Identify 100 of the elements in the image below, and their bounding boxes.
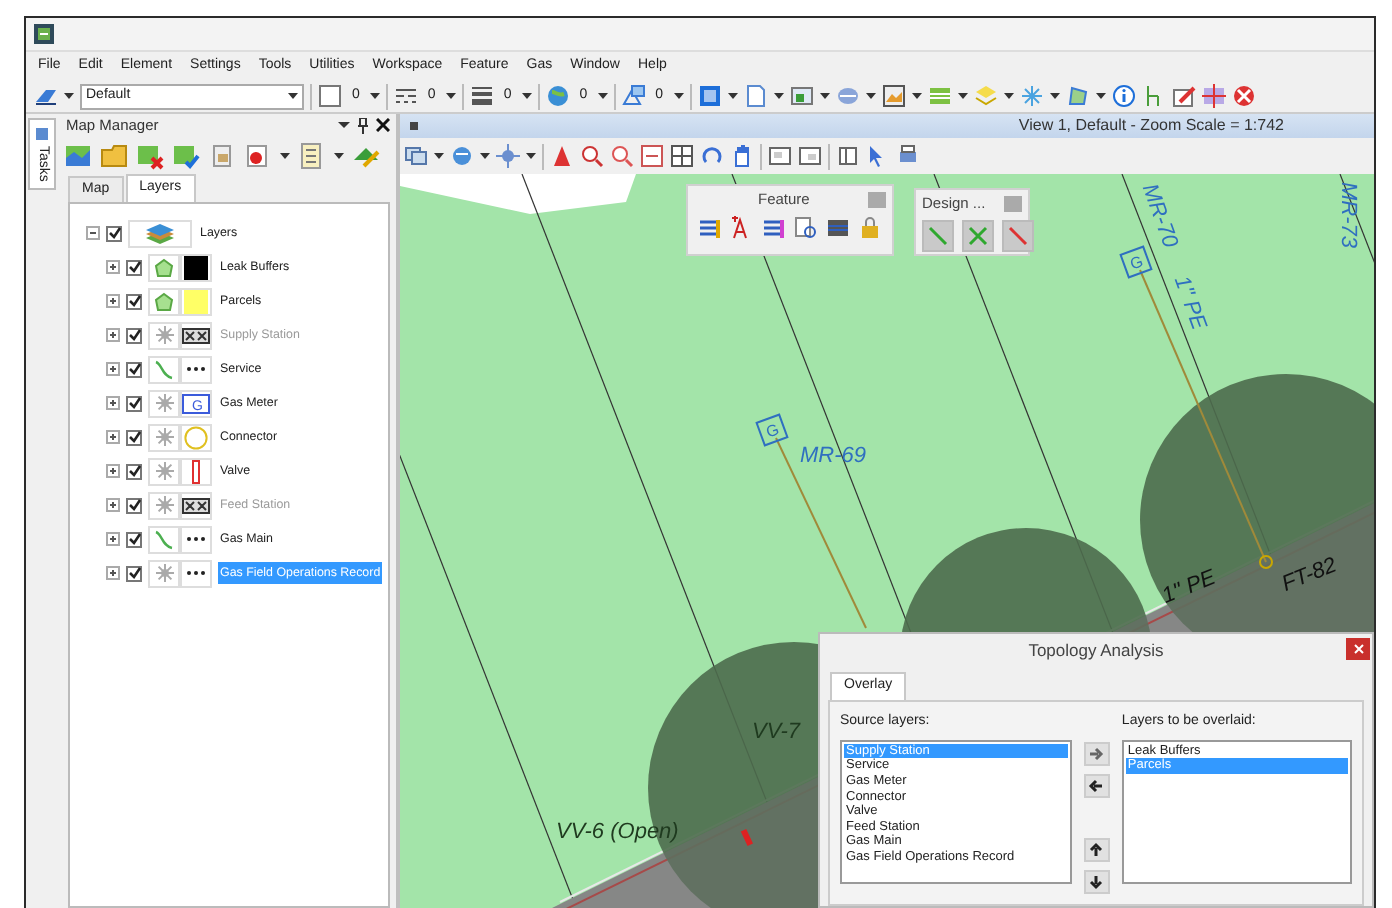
caret-icon[interactable] — [480, 152, 490, 160]
caret-icon[interactable] — [597, 92, 608, 100]
gear-icon — [155, 428, 173, 446]
window-icon[interactable] — [697, 84, 722, 108]
caret-icon[interactable] — [819, 92, 830, 100]
windows-icon[interactable] — [404, 144, 428, 168]
clip-icon[interactable] — [836, 144, 860, 168]
caret-icon[interactable] — [64, 92, 74, 100]
arrow-right-icon[interactable] — [1088, 746, 1105, 763]
map-icon[interactable] — [64, 141, 92, 169]
pencil-icon[interactable] — [1171, 84, 1196, 108]
caret-icon[interactable] — [773, 92, 784, 100]
color-swatch-icon[interactable] — [318, 84, 342, 108]
arrow-left-icon[interactable] — [1088, 778, 1105, 795]
pin-icon[interactable] — [358, 117, 368, 133]
checkbox[interactable] — [126, 565, 142, 581]
caret-icon[interactable] — [1049, 92, 1060, 100]
expand-icon[interactable] — [106, 464, 120, 478]
move-down-button[interactable] — [1083, 870, 1110, 895]
expand-icon[interactable] — [106, 396, 120, 410]
map-label: FT-82 — [1278, 553, 1341, 597]
app-icon — [34, 24, 54, 44]
line-icon — [154, 359, 174, 379]
expand-icon[interactable] — [106, 532, 120, 546]
add-button[interactable] — [1083, 742, 1110, 767]
search-icon[interactable] — [794, 216, 818, 240]
caret-icon[interactable] — [727, 92, 738, 100]
expand-icon[interactable] — [106, 362, 120, 376]
arrow-up-icon[interactable] — [1088, 842, 1105, 859]
rotate-icon[interactable] — [700, 144, 724, 168]
grid-icon[interactable] — [1201, 84, 1226, 108]
dropdown-icon[interactable] — [338, 120, 350, 130]
pen-tip-icon[interactable] — [550, 144, 574, 168]
caret-icon[interactable] — [1003, 92, 1014, 100]
caret-icon[interactable] — [334, 151, 344, 159]
fit-view-icon[interactable] — [640, 144, 664, 168]
expand-icon[interactable] — [106, 430, 120, 444]
image-icon[interactable] — [789, 84, 814, 108]
pen-icon[interactable] — [34, 86, 58, 106]
line-weight-icon[interactable] — [469, 84, 494, 108]
folder-icon[interactable] — [100, 141, 128, 169]
caret-icon[interactable] — [526, 152, 536, 160]
checkbox[interactable] — [126, 463, 142, 479]
globe-icon[interactable] — [545, 84, 570, 108]
cancel-icon[interactable] — [1231, 84, 1256, 108]
expand-icon[interactable] — [106, 294, 120, 308]
frame-icon[interactable] — [768, 144, 792, 168]
dialog-title: Topology Analysis — [1028, 639, 1164, 661]
list-edit-icon[interactable] — [698, 216, 722, 240]
shapes-icon[interactable] — [621, 84, 646, 108]
line-style-icon[interactable] — [393, 84, 418, 108]
picture-icon[interactable] — [881, 84, 906, 108]
close-button[interactable] — [1346, 638, 1370, 660]
gear-icon — [155, 326, 173, 344]
zoom-in-icon[interactable] — [580, 144, 604, 168]
zoom-out-icon[interactable] — [610, 144, 634, 168]
list-icon[interactable] — [298, 141, 326, 169]
close-icon[interactable] — [376, 118, 390, 132]
move-up-button[interactable] — [1083, 838, 1110, 863]
map-label: MR-73 — [1335, 182, 1360, 249]
checkbox[interactable] — [106, 225, 122, 241]
caret-icon[interactable] — [865, 92, 876, 100]
checkbox[interactable] — [126, 293, 142, 309]
caret-icon[interactable] — [280, 151, 290, 159]
record-icon[interactable] — [244, 141, 272, 169]
gear-icon — [155, 394, 173, 412]
map-check-icon[interactable] — [172, 141, 200, 169]
map-delete-icon[interactable] — [136, 141, 164, 169]
checkbox[interactable] — [126, 531, 142, 547]
meter-letter: G — [1127, 252, 1146, 274]
grid-view-icon[interactable] — [670, 144, 694, 168]
polygon-icon[interactable] — [1065, 84, 1090, 108]
collapse-icon[interactable] — [86, 226, 100, 240]
gear-icon — [155, 564, 173, 582]
caret-icon[interactable] — [369, 92, 380, 100]
frame-icon[interactable] — [798, 144, 822, 168]
list-edit-icon[interactable] — [762, 216, 786, 240]
table-icon[interactable] — [826, 216, 850, 240]
expand-icon[interactable] — [106, 566, 120, 580]
caret-icon[interactable] — [957, 92, 968, 100]
checkbox[interactable] — [126, 429, 142, 445]
info-icon[interactable] — [1111, 84, 1136, 108]
checkbox[interactable] — [126, 361, 142, 377]
printer-icon[interactable] — [896, 144, 920, 168]
checkbox[interactable] — [126, 259, 142, 275]
lock-icon[interactable] — [858, 216, 882, 240]
caret-icon[interactable] — [1095, 92, 1106, 100]
arrow-down-icon[interactable] — [1088, 874, 1105, 891]
caret-icon[interactable] — [288, 92, 298, 100]
caret-icon[interactable] — [521, 92, 532, 100]
checkbox[interactable] — [126, 395, 142, 411]
remove-button[interactable] — [1083, 774, 1110, 799]
caret-icon[interactable] — [911, 92, 922, 100]
caret-icon[interactable] — [673, 92, 684, 100]
caret-icon[interactable] — [434, 152, 444, 160]
caret-icon[interactable] — [445, 92, 456, 100]
map-label: VV-7 — [752, 720, 801, 745]
dots-icon — [186, 536, 206, 542]
connector-marker — [1259, 555, 1273, 569]
expand-icon[interactable] — [106, 260, 120, 274]
